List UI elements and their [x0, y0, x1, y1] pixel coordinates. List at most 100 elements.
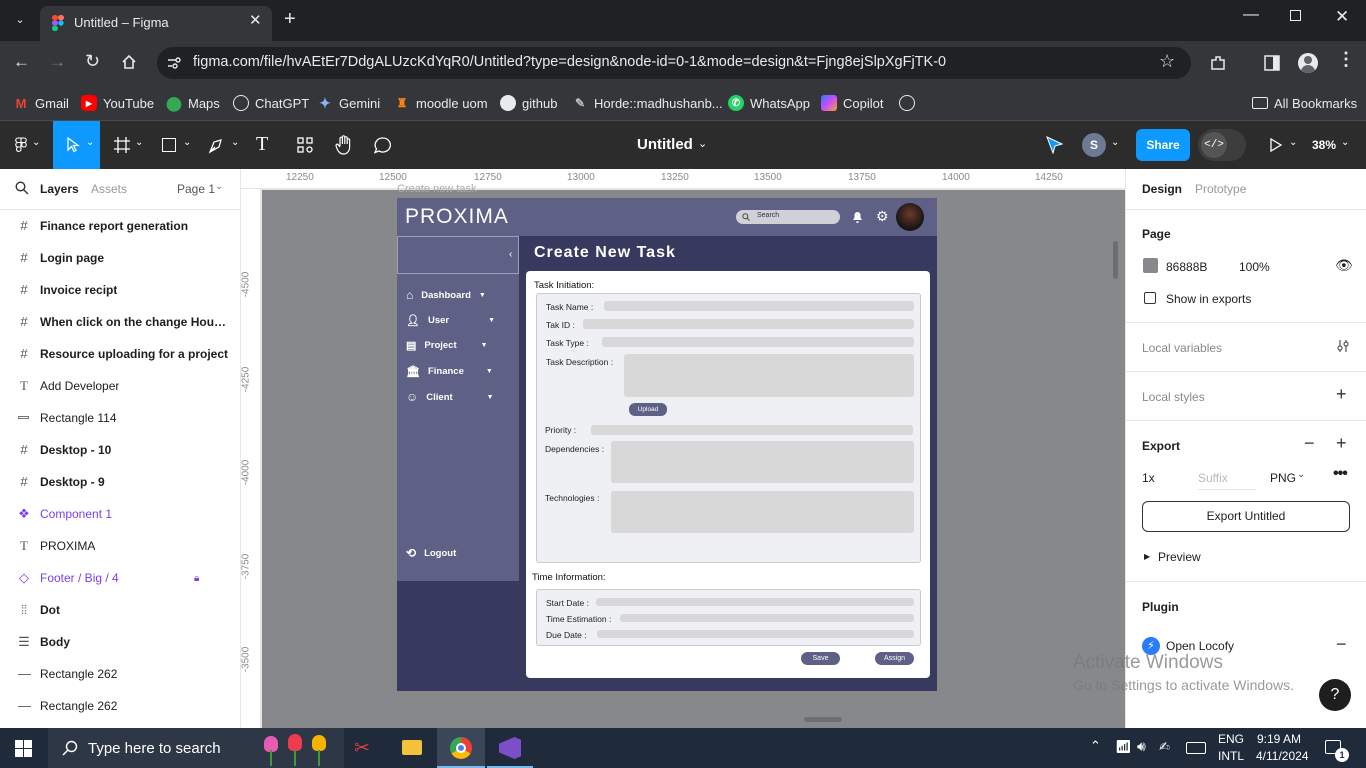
bookmark-gmail[interactable]: M Gmail — [13, 92, 69, 114]
bookmark-gemini[interactable]: ✦ Gemini — [317, 92, 380, 114]
side-panel-icon[interactable] — [1264, 55, 1280, 71]
language-secondary[interactable]: INTL — [1218, 749, 1244, 763]
chevron-down-icon[interactable]: ⌄ — [1341, 137, 1349, 148]
nav-logout[interactable]: ⟲ Logout — [406, 545, 456, 561]
layer-item[interactable]: ⦙⦙ Dot — [0, 594, 240, 626]
tab-search-chevron-icon[interactable]: ⌄ — [10, 10, 30, 30]
multiplayer-cursor-icon[interactable] — [1045, 136, 1063, 154]
input-dependencies[interactable] — [611, 441, 914, 483]
bookmark-youtube[interactable]: ▶ YouTube — [81, 92, 154, 114]
language-primary[interactable]: ENG — [1218, 732, 1244, 746]
back-icon[interactable]: ← — [13, 52, 30, 72]
tab-close-icon[interactable]: ✕ — [249, 11, 262, 29]
settings-gear-icon[interactable]: ⚙ — [876, 208, 889, 225]
more-options-icon[interactable]: ••• — [1333, 465, 1348, 483]
keyboard-icon[interactable] — [1186, 742, 1206, 754]
layer-item[interactable]: # Finance report generation — [0, 210, 240, 242]
proxima-frame[interactable]: PROXIMA Search ⚙ ‹ ⌂ Dashboard ▼ 👤︎ User ▼ ▤… — [397, 198, 937, 691]
network-icon[interactable]: 📶︎ — [1115, 739, 1132, 755]
page-color-swatch[interactable] — [1143, 258, 1158, 273]
site-info-icon[interactable] — [167, 56, 181, 70]
zoom-level[interactable]: 38% — [1312, 138, 1336, 152]
show-in-exports-checkbox[interactable] — [1144, 292, 1156, 304]
chrome-taskbar-button[interactable] — [437, 728, 485, 768]
address-bar[interactable]: figma.com/file/hvAEtEr7DdgALUzcKdYqR0/Un… — [157, 47, 1191, 79]
layer-item[interactable]: # Desktop - 10 — [0, 434, 240, 466]
layer-item[interactable]: # Resource uploading for a project — [0, 338, 240, 370]
home-icon[interactable] — [121, 54, 137, 70]
layer-item[interactable]: T Add Developer — [0, 370, 240, 402]
figma-main-menu-icon[interactable] — [15, 137, 27, 153]
chevron-down-icon[interactable]: ⌄ — [215, 181, 223, 192]
input-start-date[interactable] — [596, 598, 914, 606]
tab-assets[interactable]: Assets — [91, 182, 127, 196]
input-time-estimation[interactable] — [620, 614, 914, 622]
tab-prototype[interactable]: Prototype — [1195, 182, 1246, 196]
extensions-icon[interactable] — [1209, 54, 1227, 72]
profile-avatar[interactable] — [1298, 53, 1318, 73]
bookmark-github[interactable]: github — [500, 92, 557, 114]
bookmark-copilot[interactable]: Copilot — [821, 92, 883, 114]
window-close-icon[interactable]: ✕ — [1335, 7, 1349, 27]
figma-canvas[interactable]: 12250 12500 12750 13000 13250 13500 1375… — [241, 169, 1125, 728]
local-styles-label[interactable]: Local styles — [1142, 390, 1205, 404]
user-avatar[interactable]: S — [1082, 133, 1106, 157]
save-button[interactable]: Save — [801, 652, 840, 665]
new-tab-icon[interactable]: + — [284, 8, 296, 31]
export-button[interactable]: Export Untitled — [1142, 501, 1350, 532]
preview-toggle[interactable]: Preview — [1158, 550, 1201, 564]
vertical-scrollbar[interactable] — [1113, 241, 1118, 279]
remove-plugin-icon[interactable]: − — [1336, 634, 1347, 655]
input-task-id[interactable] — [583, 319, 914, 329]
layer-item[interactable]: # Desktop - 9 — [0, 466, 240, 498]
bookmark-moodle[interactable]: ♜ moodle uom — [394, 92, 488, 114]
tab-layers[interactable]: Layers — [40, 182, 79, 196]
nav-dashboard[interactable]: ⌂ Dashboard ▼ — [406, 287, 486, 303]
layer-item[interactable]: # Login page — [0, 242, 240, 274]
layer-item[interactable]: T PROXIMA — [0, 530, 240, 562]
frame-label[interactable]: Create new task — [397, 183, 476, 195]
local-variables-label[interactable]: Local variables — [1142, 341, 1222, 355]
export-suffix-input[interactable]: Suffix — [1198, 471, 1256, 490]
text-tool-icon[interactable]: T — [256, 133, 268, 156]
horizontal-scrollbar[interactable] — [804, 717, 842, 722]
nav-finance[interactable]: 🏛︎ Finance ▼ — [406, 363, 493, 379]
page-opacity-value[interactable]: 100% — [1239, 260, 1270, 274]
all-bookmarks[interactable]: All Bookmarks — [1252, 92, 1357, 114]
present-play-icon[interactable] — [1270, 138, 1282, 152]
search-icon[interactable] — [15, 181, 29, 195]
input-priority[interactable] — [591, 425, 913, 435]
bookmark-horde[interactable]: ✎ Horde::madhushanb... — [572, 92, 723, 114]
plugin-name[interactable]: Open Locofy — [1166, 639, 1234, 653]
layer-item[interactable]: # When click on the change Hourly ... — [0, 306, 240, 338]
layer-item[interactable]: # Invoice recipt — [0, 274, 240, 306]
move-tool-button[interactable]: ⌄ — [53, 121, 100, 169]
nav-client[interactable]: ☺ Client ▼ — [406, 389, 494, 405]
nav-user[interactable]: 👤︎ User ▼ — [406, 312, 495, 328]
bookmark-chatgpt[interactable]: ChatGPT — [233, 92, 309, 114]
tab-design[interactable]: Design — [1142, 182, 1182, 196]
proxima-search-input[interactable]: Search — [736, 210, 840, 224]
layer-item[interactable]: ❖ Component 1 — [0, 498, 240, 530]
restore-icon[interactable] — [1290, 10, 1301, 21]
minimize-icon[interactable]: — — [1243, 6, 1259, 24]
chevron-down-icon[interactable]: ⌄ — [1111, 137, 1119, 148]
chevron-down-icon[interactable]: ⌄ — [1289, 137, 1297, 148]
bookmark-globe[interactable] — [899, 92, 915, 114]
forward-icon[interactable]: → — [49, 52, 66, 72]
snipping-tool-icon[interactable]: ✂ — [354, 737, 370, 760]
volume-icon[interactable]: 🔊︎ — [1137, 738, 1146, 755]
rectangle-tool-icon[interactable] — [162, 138, 176, 152]
dev-mode-toggle[interactable]: </> — [1198, 129, 1246, 161]
input-due-date[interactable] — [597, 630, 914, 638]
file-title[interactable]: Untitled — [637, 136, 693, 153]
page-selector[interactable]: Page 1 — [177, 182, 215, 196]
page-color-value[interactable]: 86888B — [1166, 260, 1207, 274]
pen-workspace-icon[interactable]: ✍︎ — [1159, 739, 1170, 755]
assign-button[interactable]: Assign — [875, 652, 914, 665]
chevron-down-icon[interactable]: ⌄ — [1297, 469, 1305, 480]
collapse-chevron-icon[interactable]: ‹ — [509, 249, 512, 260]
reload-icon[interactable]: ↻ — [85, 51, 100, 72]
bookmark-maps[interactable]: ⬤ Maps — [166, 92, 220, 114]
chevron-down-icon[interactable]: ⌄ — [698, 137, 707, 150]
